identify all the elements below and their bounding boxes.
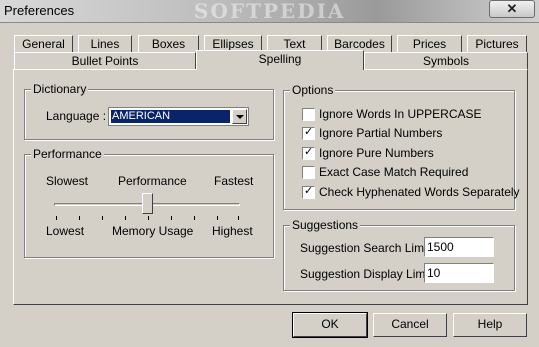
display-limit-input[interactable]: 10 xyxy=(424,263,494,283)
tab-general[interactable]: General xyxy=(14,35,73,53)
ignore-partial-numbers-label: Ignore Partial Numbers xyxy=(319,126,443,140)
performance-label: Performance xyxy=(118,174,187,188)
slider-tick xyxy=(148,216,149,220)
search-limit-label: Suggestion Search Limit : xyxy=(300,241,437,255)
memory-usage-label: Memory Usage xyxy=(112,224,194,238)
slider-tick xyxy=(102,216,103,220)
search-limit-input[interactable]: 1500 xyxy=(424,237,494,257)
display-limit-label: Suggestion Display Limit : xyxy=(300,267,439,281)
slowest-label: Slowest xyxy=(46,174,89,188)
chevron-down-icon[interactable] xyxy=(232,109,247,124)
exact-case-match-label: Exact Case Match Required xyxy=(319,165,469,179)
dictionary-group-title: Dictionary xyxy=(31,82,89,96)
watermark: SOFTPEDIA xyxy=(194,0,346,23)
tab-pictures[interactable]: Pictures xyxy=(467,35,527,53)
slider-tick xyxy=(79,216,80,220)
suggestions-group-title: Suggestions xyxy=(290,218,361,232)
tab-spelling[interactable]: Spelling xyxy=(196,50,364,70)
tab-prices[interactable]: Prices xyxy=(397,35,462,53)
language-select[interactable]: AMERICAN xyxy=(108,107,249,126)
slider-tick xyxy=(171,216,172,220)
help-button[interactable]: Help xyxy=(453,313,527,337)
tab-boxes[interactable]: Boxes xyxy=(138,35,199,53)
window-title: Preferences xyxy=(4,3,75,18)
exact-case-match-checkbox[interactable] xyxy=(302,166,315,179)
highest-label: Highest xyxy=(212,224,253,238)
close-button[interactable]: ✕ xyxy=(489,0,535,18)
tab-symbols[interactable]: Symbols xyxy=(364,52,528,70)
ok-button[interactable]: OK xyxy=(292,312,368,338)
options-group-title: Options xyxy=(290,83,336,97)
slider-tick xyxy=(217,216,218,220)
performance-slider-thumb[interactable] xyxy=(142,193,153,214)
ignore-pure-numbers-label: Ignore Pure Numbers xyxy=(319,146,434,160)
lowest-label: Lowest xyxy=(46,224,85,238)
tab-bullet-points[interactable]: Bullet Points xyxy=(14,52,196,70)
slider-tick xyxy=(56,216,57,220)
slider-tick xyxy=(238,216,239,220)
check-hyphenated-label: Check Hyphenated Words Separately xyxy=(319,185,520,199)
slider-tick xyxy=(194,216,195,220)
language-label: Language : xyxy=(46,109,107,123)
ignore-uppercase-checkbox[interactable] xyxy=(302,108,315,121)
tab-lines[interactable]: Lines xyxy=(78,35,132,53)
check-hyphenated-checkbox[interactable] xyxy=(302,184,315,199)
fastest-label: Fastest xyxy=(214,174,254,188)
language-value: AMERICAN xyxy=(111,110,230,123)
close-icon: ✕ xyxy=(506,1,518,16)
title-bar[interactable]: Preferences SOFTPEDIA ✕ xyxy=(0,0,539,23)
ignore-uppercase-label: Ignore Words In UPPERCASE xyxy=(319,107,482,121)
cancel-button[interactable]: Cancel xyxy=(373,313,447,337)
performance-group-title: Performance xyxy=(31,147,104,161)
preferences-window: Preferences SOFTPEDIA ✕ General Lines Bo… xyxy=(0,0,539,347)
ignore-pure-numbers-checkbox[interactable] xyxy=(302,145,315,160)
ignore-partial-numbers-checkbox[interactable] xyxy=(302,125,315,140)
slider-tick xyxy=(125,216,126,220)
